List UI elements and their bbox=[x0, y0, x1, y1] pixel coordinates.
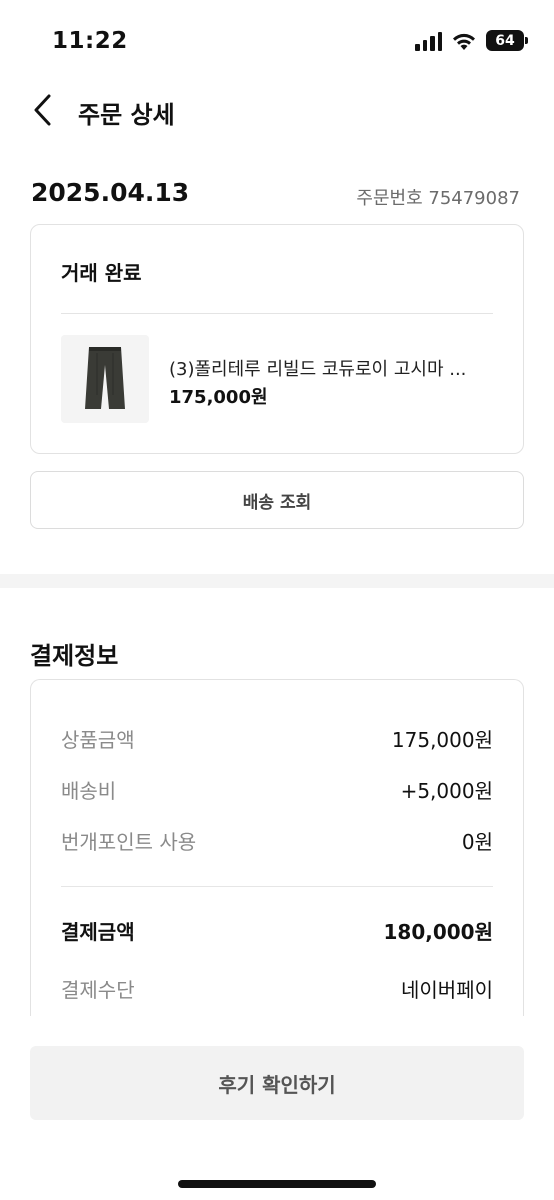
divider bbox=[61, 886, 493, 887]
delivery-tracking-button[interactable]: 배송 조회 bbox=[30, 471, 524, 529]
bottom-action-bar: 후기 확인하기 bbox=[0, 1016, 554, 1200]
payment-info-card: 상품금액 175,000원 배송비 +5,000원 번개포인트 사용 0원 결제… bbox=[30, 679, 524, 1039]
order-status-card: 거래 완료 (3)폴리테루 리빌드 코듀로이 고시마 ... 175,000원 bbox=[30, 224, 524, 454]
cellular-signal-icon bbox=[415, 31, 442, 51]
product-name[interactable]: (3)폴리테루 리빌드 코듀로이 고시마 ... bbox=[169, 355, 499, 381]
order-date: 2025.04.13 bbox=[31, 178, 190, 207]
payment-row-label: 상품금액 bbox=[61, 728, 135, 752]
page-title: 주문 상세 bbox=[78, 101, 175, 129]
payment-row-label: 번개포인트 사용 bbox=[61, 830, 197, 854]
payment-row: 상품금액 175,000원 bbox=[61, 724, 493, 753]
chevron-left-icon bbox=[34, 94, 51, 126]
payment-row: 배송비 +5,000원 bbox=[61, 775, 493, 804]
battery-icon: 64 bbox=[486, 30, 528, 51]
order-status: 거래 완료 bbox=[61, 261, 142, 285]
battery-level: 64 bbox=[495, 32, 515, 49]
payment-total-label: 결제금액 bbox=[61, 920, 135, 944]
product-price: 175,000원 bbox=[169, 387, 268, 408]
status-time: 11:22 bbox=[52, 28, 128, 54]
payment-method-row: 결제수단 네이버페이 bbox=[61, 974, 493, 1003]
home-indicator bbox=[178, 1180, 376, 1188]
payment-method-value: 네이버페이 bbox=[401, 978, 493, 1002]
nav-header: 주문 상세 bbox=[0, 80, 554, 140]
product-thumbnail[interactable] bbox=[61, 335, 149, 423]
view-review-button[interactable]: 후기 확인하기 bbox=[30, 1046, 524, 1120]
back-button[interactable] bbox=[32, 92, 64, 128]
payment-total-row: 결제금액 180,000원 bbox=[61, 916, 493, 945]
status-icons: 64 bbox=[415, 30, 528, 51]
pants-image-icon bbox=[61, 335, 149, 423]
payment-method-label: 결제수단 bbox=[61, 978, 135, 1002]
payment-row-value: 175,000원 bbox=[391, 728, 493, 752]
payment-row-label: 배송비 bbox=[61, 779, 117, 803]
payment-row-value: 0원 bbox=[461, 830, 493, 854]
section-separator bbox=[0, 574, 554, 588]
wifi-icon bbox=[453, 33, 475, 50]
divider bbox=[61, 313, 493, 314]
payment-row: 번개포인트 사용 0원 bbox=[61, 826, 493, 855]
payment-section-title: 결제정보 bbox=[30, 642, 119, 670]
order-number: 주문번호 75479087 bbox=[356, 188, 520, 209]
payment-row-value: +5,000원 bbox=[400, 779, 493, 803]
status-bar: 11:22 64 bbox=[0, 0, 554, 80]
payment-total-value: 180,000원 bbox=[383, 920, 494, 944]
